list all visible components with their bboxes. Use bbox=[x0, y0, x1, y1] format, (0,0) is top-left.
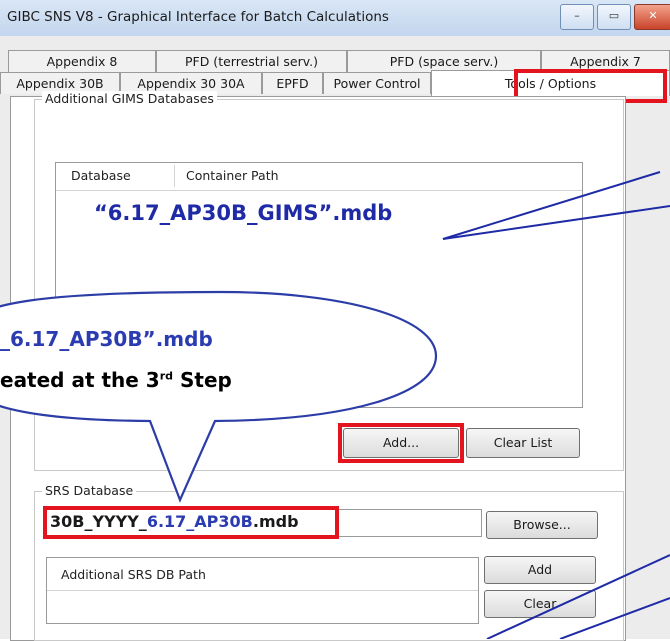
pointer-line bbox=[442, 171, 661, 240]
pointer-line bbox=[486, 554, 670, 639]
pointer-line bbox=[559, 597, 670, 639]
callout-superscript: rd bbox=[159, 369, 174, 383]
annotation-overlay bbox=[0, 171, 670, 639]
pointer-line bbox=[442, 205, 670, 240]
callout-line-2-main: eated at the 3 bbox=[0, 368, 160, 392]
callout-line-2: eated at the 3rd Step bbox=[0, 368, 232, 392]
callout-line-1: _6.17_AP30B”.mdb bbox=[0, 327, 213, 351]
speech-bubble bbox=[0, 290, 438, 503]
callout-line-2-tail: Step bbox=[173, 368, 232, 392]
